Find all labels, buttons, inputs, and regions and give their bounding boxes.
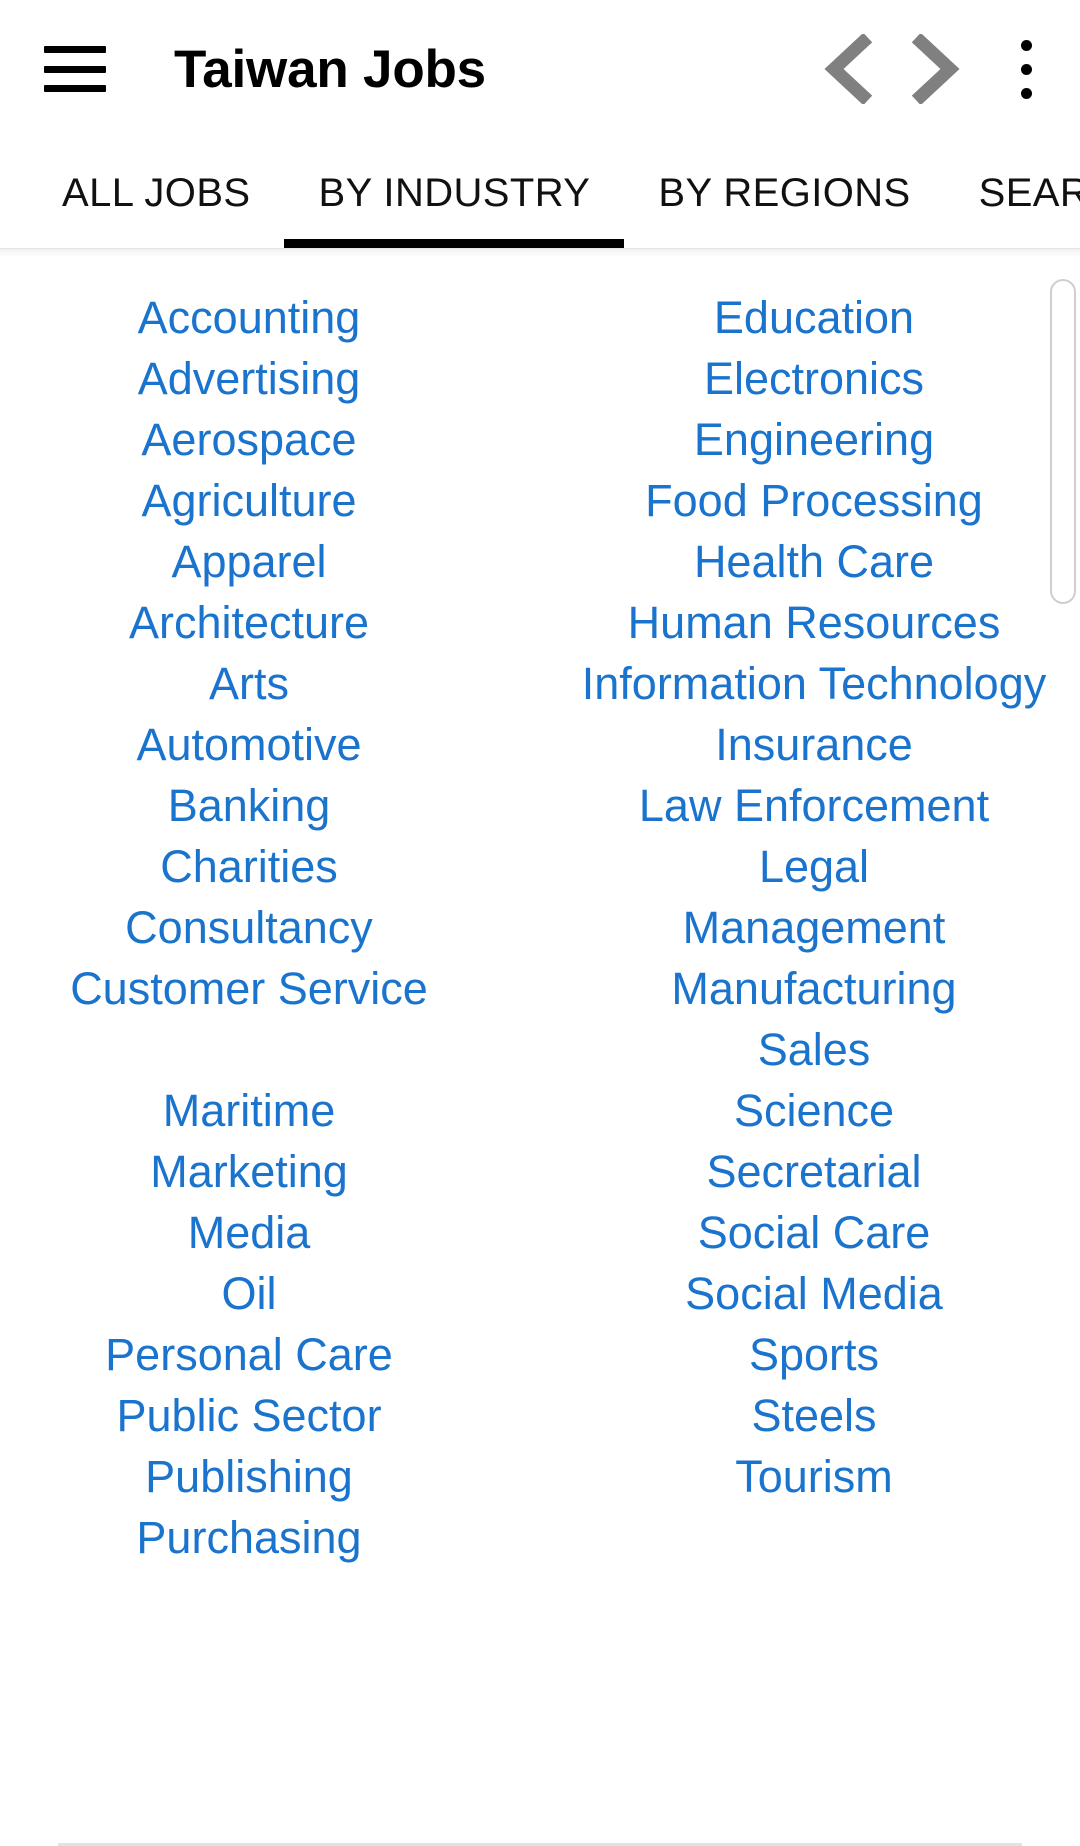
tab-by-regions[interactable]: BY REGIONS xyxy=(624,138,944,248)
industry-link[interactable]: Information Technology xyxy=(582,653,1046,714)
vertical-scrollbar-thumb[interactable] xyxy=(1050,279,1076,604)
industry-link[interactable]: Charities xyxy=(160,836,338,897)
industry-link[interactable]: Automotive xyxy=(136,714,361,775)
tab-search[interactable]: SEARCH xyxy=(945,138,1080,248)
industry-link[interactable]: Steels xyxy=(751,1385,876,1446)
industry-link[interactable]: Aerospace xyxy=(141,409,356,470)
industry-columns: Accounting Advertising Aerospace Agricul… xyxy=(0,249,1080,1568)
industry-link[interactable]: Consultancy xyxy=(125,897,373,958)
more-vertical-icon[interactable] xyxy=(978,21,1074,117)
industry-link[interactable]: Science xyxy=(734,1080,894,1141)
industry-link[interactable]: Publishing xyxy=(145,1446,353,1507)
industry-link[interactable]: Law Enforcement xyxy=(639,775,989,836)
overflow-dot xyxy=(1020,87,1032,99)
industry-link[interactable]: Public Sector xyxy=(116,1385,381,1446)
industry-link[interactable]: Customer Service xyxy=(70,958,428,1019)
page-title: Taiwan Jobs xyxy=(174,39,486,99)
tab-all-jobs[interactable]: ALL JOBS xyxy=(28,138,284,248)
app-root: Taiwan Jobs ALL JOBS BY INDUSTRY BY REGI… xyxy=(0,0,1080,1846)
overflow-dot xyxy=(1020,39,1032,51)
industry-link[interactable]: Personal Care xyxy=(105,1324,393,1385)
industry-link[interactable]: Sales xyxy=(758,1019,871,1080)
tab-label: SEARCH xyxy=(978,170,1080,215)
chevron-left-icon[interactable] xyxy=(806,26,892,112)
industry-link[interactable]: Purchasing xyxy=(136,1507,361,1568)
hamburger-bar xyxy=(44,85,106,92)
industry-link[interactable]: Electronics xyxy=(704,348,924,409)
industry-link[interactable]: Engineering xyxy=(694,409,934,470)
industry-column-right: Education Electronics Engineering Food P… xyxy=(540,287,1080,1568)
industry-link[interactable]: Legal xyxy=(759,836,869,897)
industry-link[interactable]: Marketing xyxy=(150,1141,348,1202)
tab-by-industry[interactable]: BY INDUSTRY xyxy=(284,138,625,248)
tab-label: ALL JOBS xyxy=(62,170,251,215)
industry-link[interactable]: Food Processing xyxy=(645,470,983,531)
industry-list-panel: Accounting Advertising Aerospace Agricul… xyxy=(0,248,1080,1846)
tab-bar: ALL JOBS BY INDUSTRY BY REGIONS SEARCH xyxy=(0,138,1080,248)
hamburger-bar xyxy=(44,46,106,53)
hamburger-menu-icon[interactable] xyxy=(44,46,106,92)
industry-link[interactable]: Secretarial xyxy=(706,1141,921,1202)
industry-link[interactable]: Sports xyxy=(749,1324,879,1385)
industry-link[interactable]: Social Media xyxy=(685,1263,943,1324)
industry-link[interactable]: Tourism xyxy=(735,1446,893,1507)
industry-link[interactable]: Health Care xyxy=(694,531,934,592)
chevron-right-icon[interactable] xyxy=(892,26,978,112)
industry-column-left: Accounting Advertising Aerospace Agricul… xyxy=(0,287,540,1568)
industry-link[interactable]: Education xyxy=(714,287,914,348)
overflow-dot xyxy=(1020,63,1032,75)
app-bar: Taiwan Jobs xyxy=(0,0,1080,138)
tab-label: BY REGIONS xyxy=(658,170,911,215)
hamburger-bar xyxy=(44,65,106,73)
industry-link[interactable]: Manufacturing xyxy=(671,958,956,1019)
industry-link[interactable]: Apparel xyxy=(171,531,326,592)
industry-link[interactable]: Agriculture xyxy=(141,470,356,531)
industry-link[interactable]: Accounting xyxy=(138,287,361,348)
industry-link[interactable]: Insurance xyxy=(715,714,913,775)
industry-link[interactable]: Management xyxy=(683,897,946,958)
app-bar-actions xyxy=(806,0,1080,138)
industry-link[interactable]: Social Care xyxy=(698,1202,931,1263)
industry-link[interactable]: Human Resources xyxy=(628,592,1001,653)
industry-link[interactable]: Media xyxy=(188,1202,311,1263)
industry-link[interactable]: Arts xyxy=(209,653,289,714)
industry-link[interactable]: Maritime xyxy=(163,1080,336,1141)
industry-link[interactable]: Banking xyxy=(168,775,331,836)
tab-label: BY INDUSTRY xyxy=(318,170,591,215)
industry-link[interactable]: Oil xyxy=(222,1263,277,1324)
industry-link[interactable]: Architecture xyxy=(129,592,369,653)
industry-link[interactable]: Advertising xyxy=(138,348,361,409)
